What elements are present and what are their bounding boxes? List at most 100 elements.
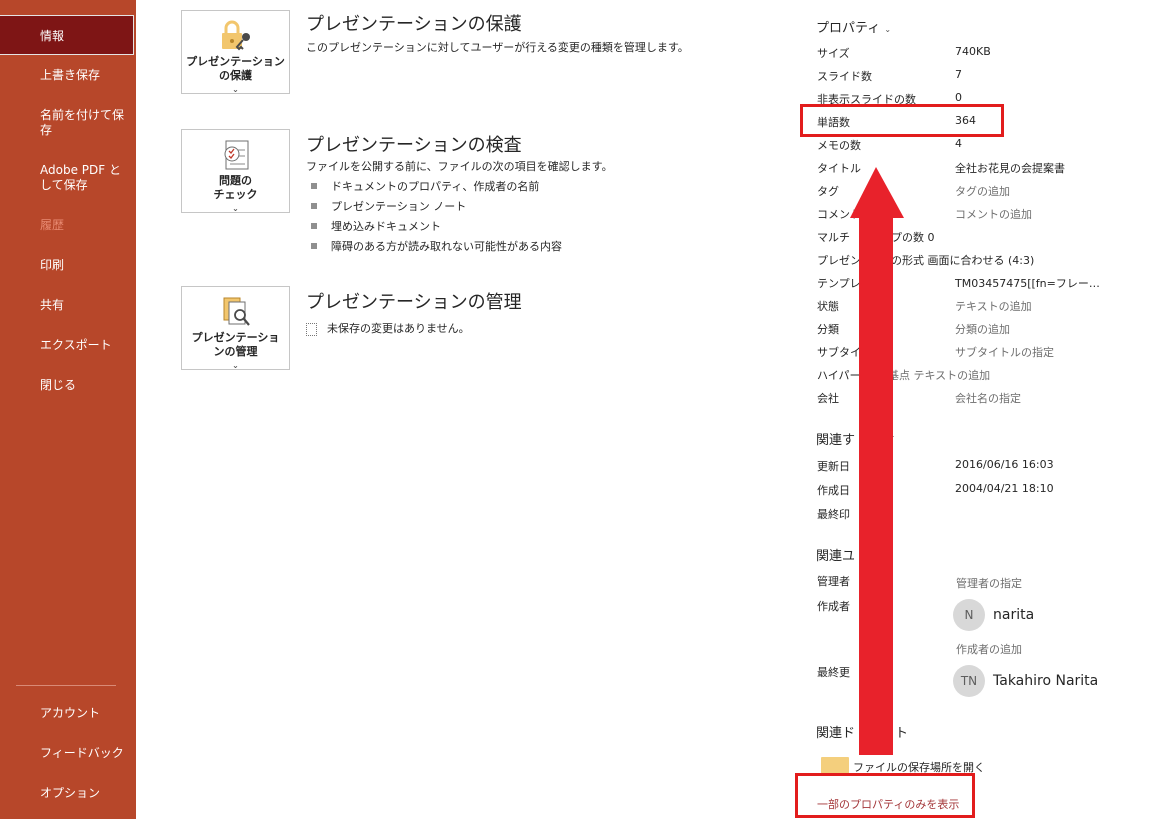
- nav-history: 履歴: [0, 218, 136, 233]
- prop-value-format: ンの形式 画面に合わせる (4:3): [880, 254, 1035, 267]
- nav-close[interactable]: 閉じる: [0, 378, 136, 393]
- prop-value-category[interactable]: 分類の追加: [955, 321, 1010, 337]
- inspect-bullet-3: 埋め込みドキュメント: [311, 218, 441, 234]
- document-icon: [306, 322, 317, 336]
- related-people-heading: 関連ユ: [816, 549, 856, 564]
- related-docs-heading: 関連ド ト: [816, 722, 908, 741]
- date-label-modified: 更新日: [817, 460, 850, 473]
- prop-value-template: TM03457475[[fn=フレー…: [955, 277, 1100, 290]
- related-dates-heading: 関連す 付: [816, 429, 894, 448]
- people-label-author: 作成者: [817, 600, 850, 613]
- related-dates-heading-text: 関連す: [816, 433, 856, 448]
- prop-value-notes: 4: [955, 137, 962, 150]
- inspect-bullet-3-text: 埋め込みドキュメント: [331, 220, 441, 233]
- check-button-line2: チェック: [213, 188, 258, 201]
- prop-label-status: 状態: [817, 300, 839, 313]
- nav-export-label: エクスポート: [40, 338, 112, 352]
- inspect-bullet-4: 障碍のある方が読み取れない可能性がある内容: [311, 238, 562, 254]
- related-docs-heading-tail: ト: [895, 726, 909, 741]
- last-modified-name[interactable]: Takahiro Narita: [993, 673, 1098, 689]
- inspect-bullet-1: ドキュメントのプロパティ、作成者の名前: [311, 178, 539, 194]
- properties-dropdown[interactable]: プロパティ ⌄: [816, 17, 891, 36]
- prop-label-size: サイズ: [817, 47, 850, 60]
- nav-options[interactable]: オプション: [0, 786, 136, 801]
- nav-feedback-label: フィードバック: [40, 746, 124, 760]
- nav-share[interactable]: 共有: [0, 298, 136, 313]
- protect-description: このプレゼンテーションに対してユーザーが行える変更の種類を管理します。: [306, 41, 689, 54]
- prop-label-slides: スライド数: [817, 70, 872, 83]
- nav-save-as-pdf-label: Adobe PDF として保存: [40, 163, 121, 192]
- bullet-square-icon: [311, 243, 317, 249]
- prop-value-subtitle[interactable]: サブタイトルの指定: [955, 344, 1054, 360]
- nav-print[interactable]: 印刷: [0, 258, 136, 273]
- prop-label-tags: タグ: [817, 185, 839, 198]
- nav-export[interactable]: エクスポート: [0, 338, 136, 353]
- nav-save[interactable]: 上書き保存: [0, 68, 136, 83]
- prop-label-format: プレゼン: [817, 254, 861, 267]
- nav-account[interactable]: アカウント: [0, 706, 136, 721]
- check-button-line1: 問題の: [219, 174, 252, 187]
- protect-button-line2: の保護: [219, 69, 252, 82]
- bullet-square-icon: [311, 203, 317, 209]
- manage-button-line2: ンの管理: [213, 345, 258, 358]
- related-dates-heading-tail: 付: [881, 433, 895, 448]
- manage-title: プレゼンテーションの管理: [306, 292, 522, 313]
- prop-value-title[interactable]: 全社お花見の会提案書: [955, 160, 1065, 176]
- date-value-created: 2004/04/21 18:10: [955, 482, 1054, 495]
- chevron-down-icon: ⌄: [884, 25, 892, 34]
- inspect-bullet-2-text: プレゼンテーション ノート: [331, 200, 467, 213]
- prop-label-notes: メモの数: [817, 139, 861, 152]
- highlight-box-show-fewer: [795, 773, 975, 818]
- inspect-description: ファイルを公開する前に、ファイルの次の項目を確認します。: [306, 160, 613, 173]
- prop-label-multimedia: マルチ: [817, 231, 850, 244]
- prop-value-company[interactable]: 会社名の指定: [955, 390, 1021, 406]
- prop-value-status[interactable]: テキストの追加: [955, 298, 1032, 314]
- nav-save-as-pdf[interactable]: Adobe PDF として保存: [0, 163, 136, 193]
- properties-heading: プロパティ: [816, 21, 881, 36]
- add-author-link[interactable]: 作成者の追加: [956, 641, 1022, 657]
- manage-status-text: 未保存の変更はありません。: [327, 322, 470, 335]
- prop-label-template: テンプレ: [817, 277, 861, 290]
- nav-save-as[interactable]: 名前を付けて保存: [0, 108, 136, 138]
- lock-key-icon: [182, 19, 289, 53]
- nav-save-as-label: 名前を付けて保存: [40, 108, 125, 137]
- prop-label-company: 会社: [817, 392, 839, 405]
- people-label-manager: 管理者: [817, 575, 850, 588]
- nav-info[interactable]: 情報: [0, 15, 134, 55]
- prop-value-size: 740KB: [955, 45, 991, 58]
- inspect-title: プレゼンテーションの検査: [306, 135, 522, 156]
- inspect-bullet-4-text: 障碍のある方が読み取れない可能性がある内容: [331, 240, 562, 253]
- prop-value-tags[interactable]: タグの追加: [955, 183, 1010, 199]
- inspect-bullet-2: プレゼンテーション ノート: [311, 198, 466, 214]
- chevron-down-icon: ⌄: [232, 361, 239, 370]
- prop-value-multimedia: ップの数 0: [880, 231, 935, 244]
- nav-account-label: アカウント: [40, 706, 101, 720]
- prop-value-comments[interactable]: コメントの追加: [955, 206, 1032, 222]
- nav-save-label: 上書き保存: [40, 68, 101, 82]
- nav-print-label: 印刷: [40, 258, 65, 272]
- check-for-issues-button[interactable]: 問題の チェック ⌄: [181, 129, 290, 213]
- nav-feedback[interactable]: フィードバック: [0, 746, 136, 761]
- bullet-square-icon: [311, 183, 317, 189]
- nav-history-label: 履歴: [40, 218, 65, 232]
- document-search-icon: [182, 295, 289, 329]
- related-docs-heading-text: 関連ド: [816, 726, 856, 741]
- manage-status: 未保存の変更はありません。: [306, 320, 470, 336]
- sidebar-divider: [16, 685, 116, 686]
- protect-title: プレゼンテーションの保護: [306, 14, 522, 35]
- manage-presentation-button[interactable]: プレゼンテーショ ンの管理 ⌄: [181, 286, 290, 370]
- nav-share-label: 共有: [40, 298, 65, 312]
- last-modified-avatar: TN: [953, 665, 985, 697]
- inspect-bullet-1-text: ドキュメントのプロパティ、作成者の名前: [331, 180, 540, 193]
- prop-value-hyperlink-base[interactable]: 基点 テキストの追加: [888, 367, 990, 383]
- prop-label-subtitle: サブタイ: [817, 346, 861, 359]
- nav-options-label: オプション: [40, 786, 101, 800]
- highlight-box-word-count: [800, 104, 1004, 137]
- author-name[interactable]: narita: [993, 607, 1034, 623]
- chevron-down-icon: ⌄: [232, 204, 239, 213]
- prop-label-title: タイトル: [817, 162, 861, 175]
- people-value-manager[interactable]: 管理者の指定: [956, 575, 1022, 591]
- people-label-last-modified: 最終更: [817, 666, 850, 679]
- protect-presentation-button[interactable]: プレゼンテーション の保護 ⌄: [181, 10, 290, 94]
- document-check-icon: [182, 138, 289, 172]
